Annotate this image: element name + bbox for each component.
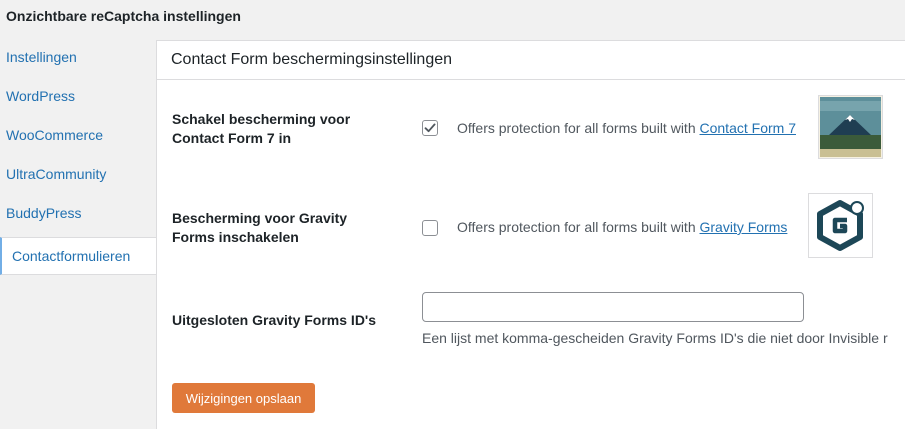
section-divider bbox=[157, 79, 905, 80]
sidebar-item-instellingen[interactable]: Instellingen bbox=[0, 40, 156, 79]
gravity-forms-logo-icon bbox=[808, 193, 873, 258]
checkmark-icon bbox=[424, 123, 436, 133]
sidebar-nav: Instellingen WordPress WooCommerce Ultra… bbox=[0, 40, 156, 275]
contact-form-7-link[interactable]: Contact Form 7 bbox=[700, 120, 796, 136]
gravity-forms-link[interactable]: Gravity Forms bbox=[700, 219, 788, 235]
save-changes-button[interactable]: Wijzigingen opslaan bbox=[172, 383, 315, 413]
contact-form-7-logo-icon bbox=[818, 95, 883, 159]
gravity-forms-protection-checkbox[interactable] bbox=[422, 220, 438, 236]
sidebar-item-buddypress[interactable]: BuddyPress bbox=[0, 196, 156, 235]
excluded-ids-input[interactable] bbox=[422, 292, 804, 322]
gravity-forms-protection-label: Bescherming voor Gravity Forms inschakel… bbox=[172, 210, 348, 245]
section-heading: Contact Form beschermingsinstellingen bbox=[171, 51, 453, 68]
sidebar-item-woocommerce[interactable]: WooCommerce bbox=[0, 118, 156, 157]
sidebar-item-contactformulieren[interactable]: Contactformulieren bbox=[0, 237, 156, 275]
sidebar-item-ultracommunity[interactable]: UltraCommunity bbox=[0, 157, 156, 196]
sidebar-item-wordpress[interactable]: WordPress bbox=[0, 79, 156, 118]
cf7-protection-label: Schakel bescherming voor Contact Form 7 … bbox=[172, 111, 351, 146]
page-title: Onzichtbare reCaptcha instellingen bbox=[6, 8, 241, 24]
excluded-ids-hint: Een lijst met komma-gescheiden Gravity F… bbox=[422, 330, 888, 346]
cf7-description: Offers protection for all forms built wi… bbox=[457, 120, 796, 136]
gravity-forms-description: Offers protection for all forms built wi… bbox=[457, 219, 788, 235]
settings-panel: Contact Form beschermingsinstellingen Sc… bbox=[156, 40, 905, 429]
cf7-protection-checkbox[interactable] bbox=[422, 120, 438, 136]
excluded-ids-label: Uitgesloten Gravity Forms ID's bbox=[172, 312, 377, 328]
